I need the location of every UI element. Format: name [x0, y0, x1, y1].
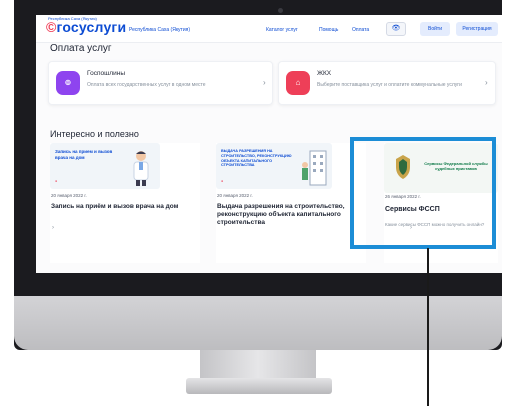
payment-card-desc: Выберите поставщика услуг и оплатите ком…: [317, 82, 462, 88]
house-icon: ⌂: [286, 71, 310, 95]
register-button[interactable]: Регистрация: [456, 22, 498, 36]
news-card-doctor[interactable]: Запись на прием и вызов врача на дом ● 2…: [50, 143, 200, 263]
news-date: 20 января 2022 г.: [217, 193, 253, 198]
news-title: Запись на приём и вызов врача на дом: [51, 203, 179, 210]
banner-text: ВЫДАЧА РАЗРЕШЕНИЯ НА СТРОИТЕЛЬСТВО, РЕКО…: [221, 149, 292, 168]
doctor-icon: [133, 151, 149, 186]
camera-icon: [278, 8, 283, 13]
screen-bottom-edge: [36, 273, 502, 283]
payment-card-title: ЖКХ: [317, 70, 332, 77]
nav-payment[interactable]: Оплата: [352, 27, 369, 33]
monitor-stand-neck: [200, 350, 316, 380]
receipt-icon: ⊚: [56, 71, 80, 95]
payment-card-title: Госпошлины: [87, 70, 125, 77]
banner-text: Запись на прием и вызов врача на дом: [55, 149, 113, 160]
building-icon: [302, 150, 327, 186]
payments-title: Оплата услуг: [50, 43, 112, 54]
stage: Республика Саха (Якутия) ©госуслуги Респ…: [0, 0, 509, 406]
site-header: Республика Саха (Якутия) ©госуслуги Респ…: [36, 15, 502, 43]
accessibility-button[interactable]: 👁: [386, 22, 406, 36]
nav-help[interactable]: Помощь: [319, 27, 338, 33]
eye-icon: 👁: [391, 25, 401, 32]
chevron-right-icon: ›: [485, 78, 488, 87]
chevron-right-icon: ›: [263, 78, 266, 87]
callout-line: [427, 248, 429, 406]
highlight-frame: [350, 137, 496, 249]
monitor-stand-base: [186, 378, 332, 394]
payment-card-desc: Оплата всех государственных услуг в одно…: [87, 82, 206, 88]
login-button[interactable]: Войти: [420, 22, 450, 36]
payment-card-utilities[interactable]: ⌂ ЖКХ Выберите поставщика услуг и оплати…: [278, 61, 496, 105]
news-card-construction[interactable]: ВЫДАЧА РАЗРЕШЕНИЯ НА СТРОИТЕЛЬСТВО, РЕКО…: [216, 143, 366, 263]
payment-card-fees[interactable]: ⊚ Госпошлины Оплата всех государственных…: [48, 61, 273, 105]
news-banner: ВЫДАЧА РАЗРЕШЕНИЯ НА СТРОИТЕЛЬСТВО, РЕКО…: [216, 143, 332, 189]
chevron-right-icon[interactable]: ›: [52, 225, 54, 231]
nav-catalog[interactable]: Каталог услуг: [266, 27, 298, 33]
interesting-title: Интересно и полезно: [50, 129, 139, 139]
news-date: 20 января 2022 г.: [51, 193, 87, 198]
logo-text: госуслуги: [56, 19, 127, 35]
gosuslugi-mini-logo: ●: [221, 179, 224, 183]
gosuslugi-mini-logo: ●: [55, 179, 58, 183]
region-selector[interactable]: Республика Саха (Якутия): [129, 27, 190, 33]
news-title: Выдача разрешения на строительство, реко…: [217, 203, 345, 226]
gosuslugi-logo[interactable]: ©госуслуги: [46, 19, 126, 35]
news-banner: Запись на прием и вызов врача на дом ●: [50, 143, 160, 189]
